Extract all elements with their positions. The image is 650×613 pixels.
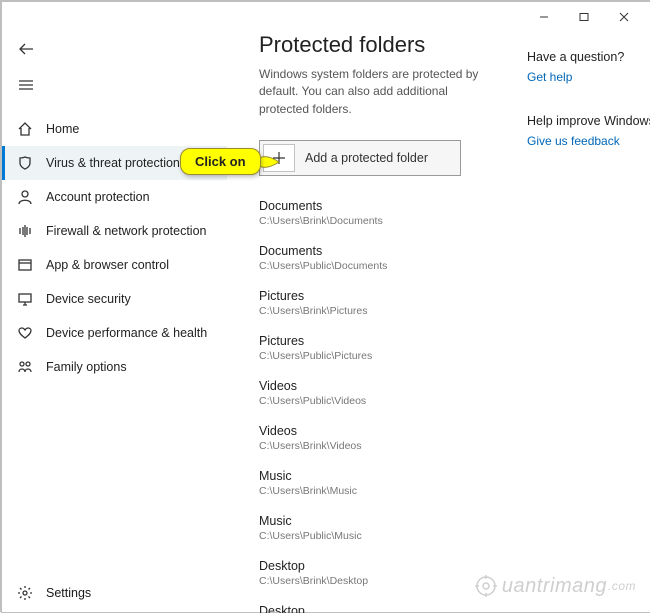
list-item[interactable]: DesktopC:\Users\Public\Desktop: [259, 603, 489, 613]
app-icon: [16, 257, 34, 273]
signal-icon: [16, 223, 34, 239]
back-button[interactable]: [12, 34, 48, 64]
folder-name: Music: [259, 513, 489, 529]
folder-path: C:\Users\Public\Pictures: [259, 349, 489, 364]
right-column: Have a question? Get help Help improve W…: [527, 50, 650, 178]
annotation-callout-text: Click on: [180, 148, 261, 175]
heart-icon: [16, 325, 34, 341]
folder-path: C:\Users\Brink\Music: [259, 484, 489, 499]
folder-name: Pictures: [259, 288, 489, 304]
folder-path: C:\Users\Brink\Desktop: [259, 574, 489, 589]
page-title: Protected folders: [259, 32, 489, 58]
sidebar-item-family[interactable]: Family options: [2, 350, 227, 384]
folder-name: Videos: [259, 378, 489, 394]
sidebar-item-label: Virus & threat protection: [46, 156, 180, 170]
protected-folders-list: DocumentsC:\Users\Brink\Documents Docume…: [259, 198, 489, 613]
list-item[interactable]: DesktopC:\Users\Brink\Desktop: [259, 558, 489, 589]
folder-path: C:\Users\Brink\Documents: [259, 214, 489, 229]
add-protected-folder-label: Add a protected folder: [305, 151, 428, 165]
sidebar-item-settings[interactable]: Settings: [2, 574, 227, 612]
folder-path: C:\Users\Public\Documents: [259, 259, 489, 274]
device-icon: [16, 291, 34, 307]
window-close-button[interactable]: [604, 3, 644, 31]
hamburger-menu-button[interactable]: [12, 70, 48, 100]
folder-path: C:\Users\Public\Videos: [259, 394, 489, 409]
list-item[interactable]: PicturesC:\Users\Brink\Pictures: [259, 288, 489, 319]
gear-icon: [16, 585, 34, 601]
sidebar: Home Virus & threat protection Account p…: [2, 32, 227, 612]
feedback-link[interactable]: Give us feedback: [527, 134, 650, 148]
sidebar-item-device-security[interactable]: Device security: [2, 282, 227, 316]
improve-heading: Help improve Windows Security: [527, 114, 650, 128]
annotation-callout-tail: [259, 152, 281, 172]
folder-name: Documents: [259, 243, 489, 259]
folder-name: Pictures: [259, 333, 489, 349]
sidebar-item-label: Account protection: [46, 190, 150, 204]
sidebar-item-performance[interactable]: Device performance & health: [2, 316, 227, 350]
folder-name: Music: [259, 468, 489, 484]
sidebar-item-label: Firewall & network protection: [46, 224, 206, 238]
window-titlebar: [2, 2, 650, 32]
family-icon: [16, 359, 34, 375]
add-protected-folder-button[interactable]: Add a protected folder: [259, 140, 461, 176]
list-item[interactable]: DocumentsC:\Users\Brink\Documents: [259, 198, 489, 229]
folder-path: C:\Users\Public\Music: [259, 529, 489, 544]
annotation-callout: Click on: [180, 148, 281, 175]
sidebar-item-account[interactable]: Account protection: [2, 180, 227, 214]
account-icon: [16, 189, 34, 205]
sidebar-item-label: Family options: [46, 360, 127, 374]
list-item[interactable]: VideosC:\Users\Brink\Videos: [259, 423, 489, 454]
main-content: Protected folders Windows system folders…: [227, 32, 650, 612]
window-maximize-button[interactable]: [564, 3, 604, 31]
list-item[interactable]: MusicC:\Users\Brink\Music: [259, 468, 489, 499]
folder-name: Videos: [259, 423, 489, 439]
home-icon: [16, 121, 34, 137]
page-description: Windows system folders are protected by …: [259, 66, 479, 118]
folder-path: C:\Users\Brink\Pictures: [259, 304, 489, 319]
list-item[interactable]: PicturesC:\Users\Public\Pictures: [259, 333, 489, 364]
folder-path: C:\Users\Brink\Videos: [259, 439, 489, 454]
sidebar-item-label: Home: [46, 122, 79, 136]
sidebar-item-label: Device security: [46, 292, 131, 306]
folder-name: Documents: [259, 198, 489, 214]
shield-icon: [16, 155, 34, 171]
question-heading: Have a question?: [527, 50, 650, 64]
list-item[interactable]: VideosC:\Users\Public\Videos: [259, 378, 489, 409]
sidebar-item-label: Device performance & health: [46, 326, 207, 340]
sidebar-item-app-browser[interactable]: App & browser control: [2, 248, 227, 282]
get-help-link[interactable]: Get help: [527, 70, 650, 84]
sidebar-item-home[interactable]: Home: [2, 112, 227, 146]
list-item[interactable]: DocumentsC:\Users\Public\Documents: [259, 243, 489, 274]
sidebar-item-firewall[interactable]: Firewall & network protection: [2, 214, 227, 248]
folder-name: Desktop: [259, 603, 489, 613]
sidebar-item-label: App & browser control: [46, 258, 169, 272]
list-item[interactable]: MusicC:\Users\Public\Music: [259, 513, 489, 544]
window-minimize-button[interactable]: [524, 3, 564, 31]
sidebar-settings-label: Settings: [46, 586, 91, 600]
folder-name: Desktop: [259, 558, 489, 574]
